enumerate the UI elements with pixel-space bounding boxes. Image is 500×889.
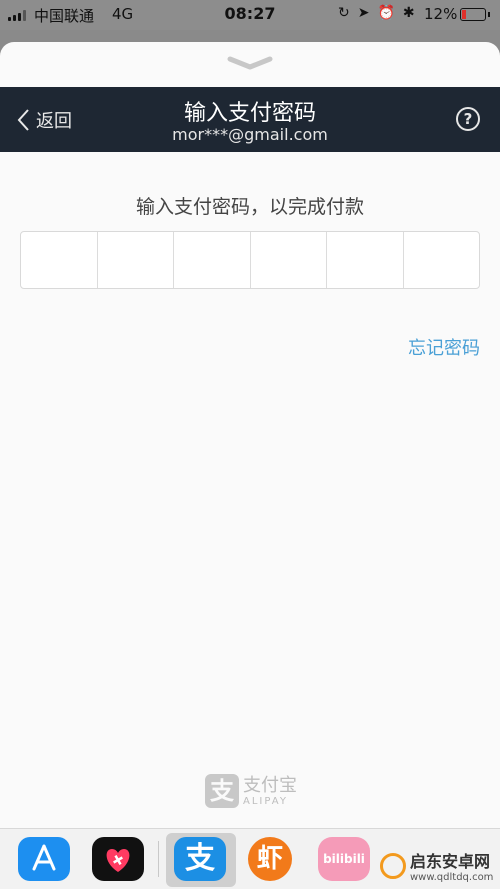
forgot-password-link[interactable]: 忘记密码 [408,334,480,360]
xiami-icon[interactable]: 虾 [248,837,292,881]
watermark-name: 启东安卓网 [410,852,491,871]
brand-name: 支付宝 [243,774,297,796]
pin-digit-3[interactable] [174,232,251,288]
payment-sheet: 返回 输入支付密码 mor***@gmail.com ? 输入支付密码，以完成付… [0,42,500,828]
alarm-icon: ⏰ [377,5,395,21]
status-bar: 中国联通 4G 08:27 ↻ ➤ ⏰ ✱ 12% [0,0,500,30]
location-icon: ➤ [357,5,370,21]
bluetooth-icon: ✱ [402,5,415,21]
question-circle-icon[interactable]: ? [456,107,480,131]
pin-digit-5[interactable] [327,232,404,288]
password-prompt: 输入支付密码，以完成付款 [135,196,364,218]
chevron-down-icon[interactable] [226,54,274,72]
password-input[interactable] [20,231,480,289]
orientation-lock-icon: ↻ [338,5,350,21]
sheet-header: 返回 输入支付密码 mor***@gmail.com ? [0,87,500,152]
watermark-logo-icon [380,852,406,879]
pin-digit-1[interactable] [21,232,98,288]
site-watermark: 启东安卓网 www.qdltdq.com [380,848,493,883]
account-email: mor***@gmail.com [172,125,328,144]
page-title: 输入支付密码 [183,101,316,126]
health-icon[interactable] [92,837,144,881]
dock-divider [158,841,159,877]
bilibili-icon[interactable]: bilibili [318,837,370,881]
brand-name-en: ALIPAY [243,795,288,807]
pin-digit-2[interactable] [98,232,174,288]
alipay-icon[interactable]: 支 [174,837,226,881]
alipay-brand: 支 支付宝 ALIPAY [205,774,297,808]
watermark-url: www.qdltdq.com [410,872,494,883]
status-icons: ↻ ➤ ⏰ ✱ [338,5,415,21]
battery-percent: 12% [424,5,458,23]
battery-icon [460,8,490,21]
pin-digit-6[interactable] [404,232,480,288]
pin-digit-4[interactable] [251,232,327,288]
alipay-logo-icon: 支 [205,774,239,808]
app-store-icon[interactable] [18,837,70,881]
